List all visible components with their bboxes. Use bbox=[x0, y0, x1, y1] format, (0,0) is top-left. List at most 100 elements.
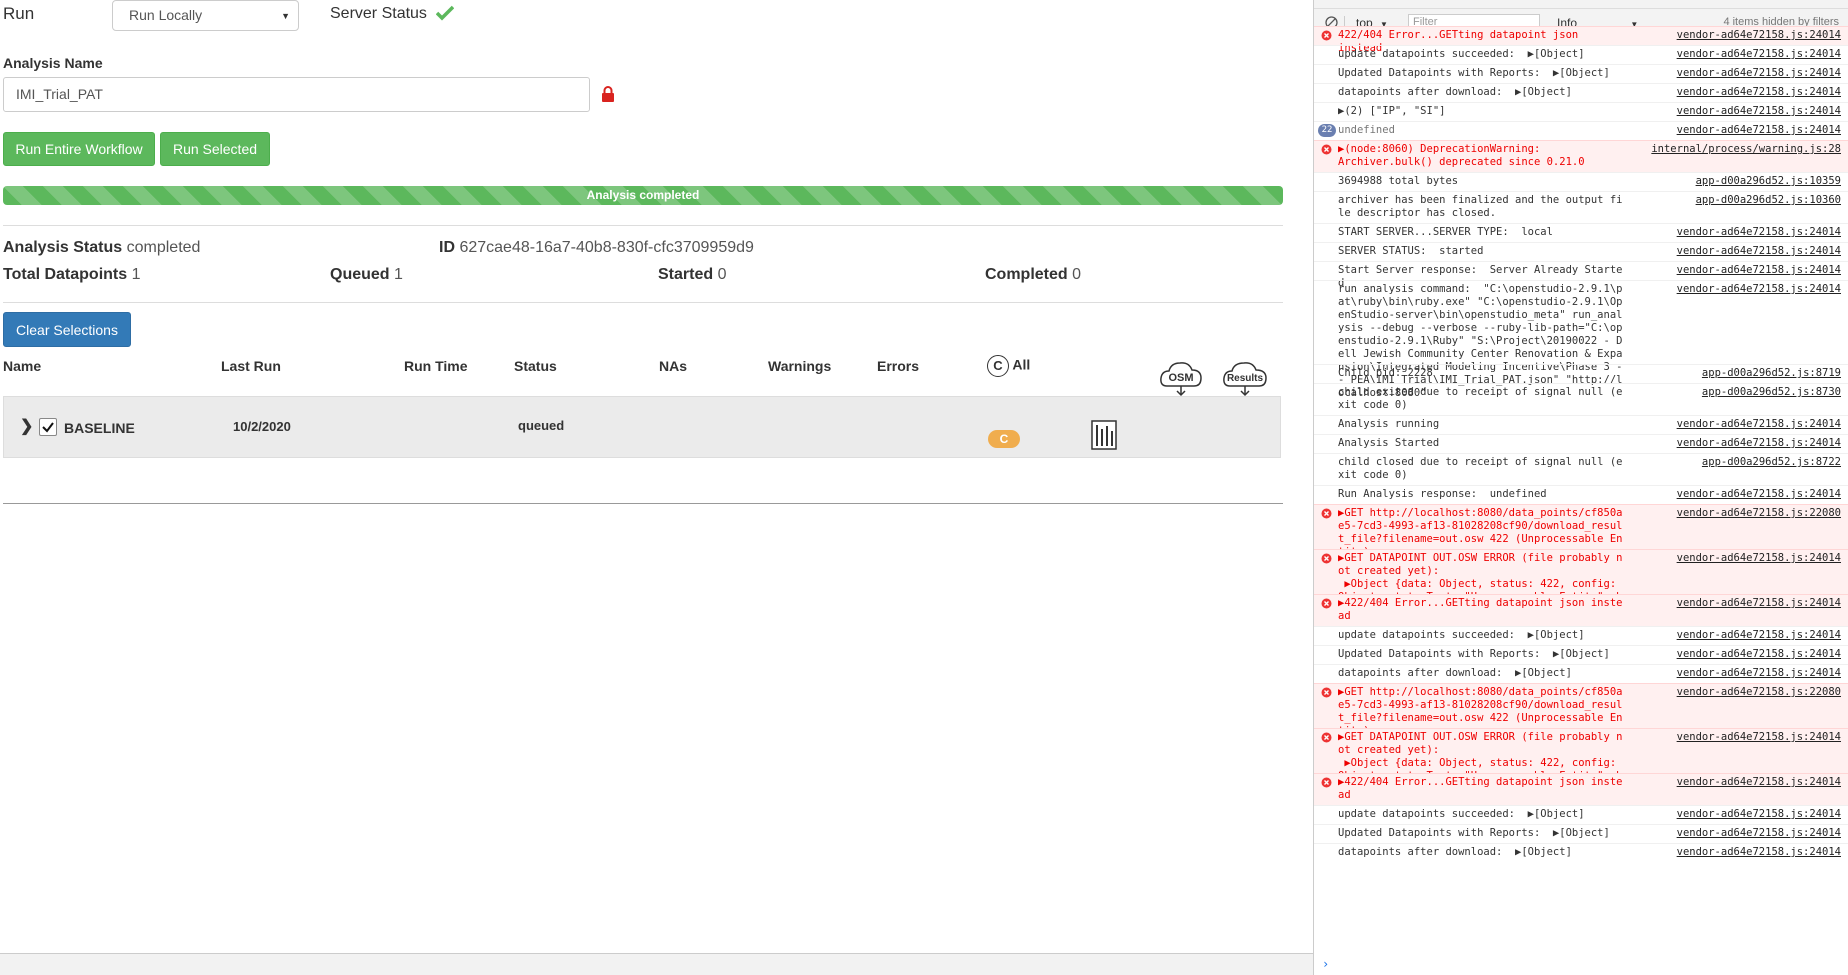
console-message[interactable]: Updated Datapoints with Reports: ▶[Objec… bbox=[1314, 64, 1848, 83]
row-c-badge[interactable]: C bbox=[988, 430, 1020, 448]
console-source-link[interactable]: vendor-ad64e72158.js:24014 bbox=[1677, 48, 1841, 60]
console-source-link[interactable]: vendor-ad64e72158.js:22080 bbox=[1677, 507, 1841, 519]
console-source-link[interactable]: vendor-ad64e72158.js:24014 bbox=[1677, 86, 1841, 98]
error-icon bbox=[1321, 732, 1332, 743]
console-message-text: 3694988 total bytes bbox=[1338, 175, 1459, 187]
progress-fill: Analysis completed bbox=[3, 186, 1283, 205]
console-message[interactable]: run analysis command: "C:\openstudio-2.9… bbox=[1314, 280, 1848, 399]
console-source-link[interactable]: vendor-ad64e72158.js:24014 bbox=[1677, 283, 1841, 295]
console-message[interactable]: ▶GET http://localhost:8080/data_points/c… bbox=[1314, 504, 1848, 558]
console-source-link[interactable]: vendor-ad64e72158.js:24014 bbox=[1677, 418, 1841, 430]
console-message[interactable]: child closed due to receipt of signal nu… bbox=[1314, 453, 1848, 485]
console-message-text: update datapoints succeeded: ▶[Object] bbox=[1338, 48, 1585, 60]
console-source-link[interactable]: app-d00a296d52.js:8722 bbox=[1702, 456, 1841, 468]
analysis-status-label: Analysis Status bbox=[3, 239, 123, 256]
select-all-label: All bbox=[1012, 356, 1031, 373]
table-row[interactable] bbox=[3, 396, 1281, 458]
results-download-icon[interactable]: Results bbox=[1221, 356, 1269, 398]
console-source-link[interactable]: vendor-ad64e72158.js:24014 bbox=[1677, 245, 1841, 257]
console-message[interactable]: ▶GET http://localhost:8080/data_points/c… bbox=[1314, 683, 1848, 737]
console-message[interactable]: ▶422/404 Error...GETting datapoint json … bbox=[1314, 594, 1848, 626]
console-source-link[interactable]: vendor-ad64e72158.js:24014 bbox=[1677, 808, 1841, 820]
console-message[interactable]: 3694988 total bytes app-d00a296d52.js:103… bbox=[1314, 172, 1848, 191]
osm-download-icon[interactable]: OSM bbox=[1158, 356, 1204, 398]
console-source-link[interactable]: vendor-ad64e72158.js:24014 bbox=[1677, 124, 1841, 136]
error-icon bbox=[1321, 553, 1332, 564]
analysis-name-input[interactable]: IMI_Trial_PAT bbox=[3, 77, 590, 112]
console-prompt-icon[interactable]: › bbox=[1322, 957, 1329, 971]
analysis-id-label: ID bbox=[439, 239, 455, 256]
console-message-text: Updated Datapoints with Reports: ▶[Objec… bbox=[1338, 67, 1610, 79]
console-message[interactable]: datapoints after download: ▶[Object] vend… bbox=[1314, 83, 1848, 102]
clear-selections-button[interactable]: Clear Selections bbox=[3, 312, 131, 347]
console-message[interactable]: update datapoints succeeded: ▶[Object] ve… bbox=[1314, 45, 1848, 64]
devtools-panel: top ▼ Filter Info ▼ 4 items hidden by fi… bbox=[1313, 0, 1848, 975]
console-message[interactable]: datapoints after download: ▶[Object] vend… bbox=[1314, 664, 1848, 683]
console-message[interactable]: Child pid: 2228 app-d00a296d52.js:8719 bbox=[1314, 364, 1848, 383]
console-message[interactable]: Updated Datapoints with Reports: ▶[Objec… bbox=[1314, 824, 1848, 843]
console-source-link[interactable]: vendor-ad64e72158.js:24014 bbox=[1677, 552, 1841, 564]
console-message[interactable]: Run Analysis response: undefined vendor-a… bbox=[1314, 485, 1848, 504]
console-message[interactable]: ▶GET DATAPOINT OUT.OSW ERROR (file proba… bbox=[1314, 549, 1848, 616]
console-source-link[interactable]: vendor-ad64e72158.js:24014 bbox=[1677, 648, 1841, 660]
console-source-link[interactable]: vendor-ad64e72158.js:24014 bbox=[1677, 629, 1841, 641]
console-message[interactable]: Updated Datapoints with Reports: ▶[Objec… bbox=[1314, 645, 1848, 664]
console-source-link[interactable]: app-d00a296d52.js:8730 bbox=[1702, 386, 1841, 398]
console-source-link[interactable]: vendor-ad64e72158.js:24014 bbox=[1677, 29, 1841, 41]
console-message[interactable]: ▶(2) ["IP", "SI"] vendor-ad64e72158.js:24… bbox=[1314, 102, 1848, 121]
console-message[interactable]: 422/404 Error...GETting datapoint json i… bbox=[1314, 26, 1848, 54]
console-message[interactable]: Analysis Started vendor-ad64e72158.js:240… bbox=[1314, 434, 1848, 453]
horizontal-scrollbar[interactable] bbox=[0, 953, 1313, 975]
console-source-link[interactable]: vendor-ad64e72158.js:24014 bbox=[1677, 67, 1841, 79]
console-source-link[interactable]: internal/process/warning.js:28 bbox=[1651, 143, 1841, 155]
console-source-link[interactable]: app-d00a296d52.js:10359 bbox=[1696, 175, 1841, 187]
console-message[interactable]: SERVER STATUS: started vendor-ad64e72158.… bbox=[1314, 242, 1848, 261]
console-source-link[interactable]: vendor-ad64e72158.js:24014 bbox=[1677, 226, 1841, 238]
console-source-link[interactable]: vendor-ad64e72158.js:24014 bbox=[1677, 488, 1841, 500]
console-source-link[interactable]: vendor-ad64e72158.js:24014 bbox=[1677, 776, 1841, 788]
total-datapoints-value: 1 bbox=[131, 266, 141, 283]
console-message-text: Run Analysis response: undefined bbox=[1338, 488, 1547, 500]
console-source-link[interactable]: vendor-ad64e72158.js:24014 bbox=[1677, 437, 1841, 449]
run-mode-select[interactable]: Run Locally ▼ bbox=[112, 0, 299, 31]
console-source-link[interactable]: vendor-ad64e72158.js:24014 bbox=[1677, 731, 1841, 743]
console-source-link[interactable]: vendor-ad64e72158.js:24014 bbox=[1677, 264, 1841, 276]
row-last-run: 10/2/2020 bbox=[233, 419, 291, 434]
console-message[interactable]: update datapoints succeeded: ▶[Object] ve… bbox=[1314, 626, 1848, 645]
console-source-link[interactable]: vendor-ad64e72158.js:24014 bbox=[1677, 105, 1841, 117]
console-message[interactable]: update datapoints succeeded: ▶[Object] ve… bbox=[1314, 805, 1848, 824]
console-message[interactable]: Start Server response: Server Already St… bbox=[1314, 261, 1848, 289]
console-message[interactable]: ▶GET DATAPOINT OUT.OSW ERROR (file proba… bbox=[1314, 728, 1848, 795]
expand-chevron-icon[interactable]: ❯ bbox=[20, 416, 33, 436]
console-source-link[interactable]: app-d00a296d52.js:8719 bbox=[1702, 367, 1841, 379]
console-source-link[interactable]: vendor-ad64e72158.js:24014 bbox=[1677, 827, 1841, 839]
run-selected-button[interactable]: Run Selected bbox=[160, 132, 270, 166]
console-source-link[interactable]: app-d00a296d52.js:10360 bbox=[1696, 194, 1841, 206]
console-message[interactable]: 22 undefined vendor-ad64e72158.js:24014 bbox=[1314, 121, 1848, 140]
console-message[interactable]: ▶422/404 Error...GETting datapoint json … bbox=[1314, 773, 1848, 805]
column-header-errors: Errors bbox=[877, 358, 920, 374]
console-source-link[interactable]: vendor-ad64e72158.js:24014 bbox=[1677, 667, 1841, 679]
error-icon bbox=[1321, 144, 1332, 155]
row-checkbox[interactable] bbox=[39, 418, 57, 436]
chevron-down-icon: ▼ bbox=[281, 11, 290, 21]
console-message[interactable]: archiver has been finalized and the outp… bbox=[1314, 191, 1848, 223]
run-entire-workflow-button[interactable]: Run Entire Workflow bbox=[3, 132, 155, 166]
select-all-c[interactable]: C All bbox=[987, 355, 1030, 377]
analysis-name-label: Analysis Name bbox=[3, 55, 103, 71]
divider bbox=[3, 302, 1283, 303]
console-message[interactable]: child exited due to receipt of signal nu… bbox=[1314, 383, 1848, 415]
console-source-link[interactable]: vendor-ad64e72158.js:24014 bbox=[1677, 846, 1841, 858]
console-message[interactable]: ▶(node:8060) DeprecationWarning: Archive… bbox=[1314, 140, 1848, 172]
run-label: Run bbox=[3, 4, 35, 23]
console-source-link[interactable]: vendor-ad64e72158.js:22080 bbox=[1677, 686, 1841, 698]
console-message[interactable]: START SERVER...SERVER TYPE: local vendor-… bbox=[1314, 223, 1848, 242]
console-message-text: ▶422/404 Error...GETting datapoint json … bbox=[1338, 597, 1623, 622]
console-message[interactable]: datapoints after download: ▶[Object] vend… bbox=[1314, 843, 1848, 862]
report-icon[interactable] bbox=[1091, 420, 1117, 450]
console-message[interactable]: Analysis running vendor-ad64e72158.js:240… bbox=[1314, 415, 1848, 434]
lock-icon[interactable] bbox=[601, 86, 615, 102]
devtools-tab-strip[interactable] bbox=[1314, 0, 1848, 9]
console-message-text: child closed due to receipt of signal nu… bbox=[1338, 456, 1623, 481]
console-source-link[interactable]: vendor-ad64e72158.js:24014 bbox=[1677, 597, 1841, 609]
